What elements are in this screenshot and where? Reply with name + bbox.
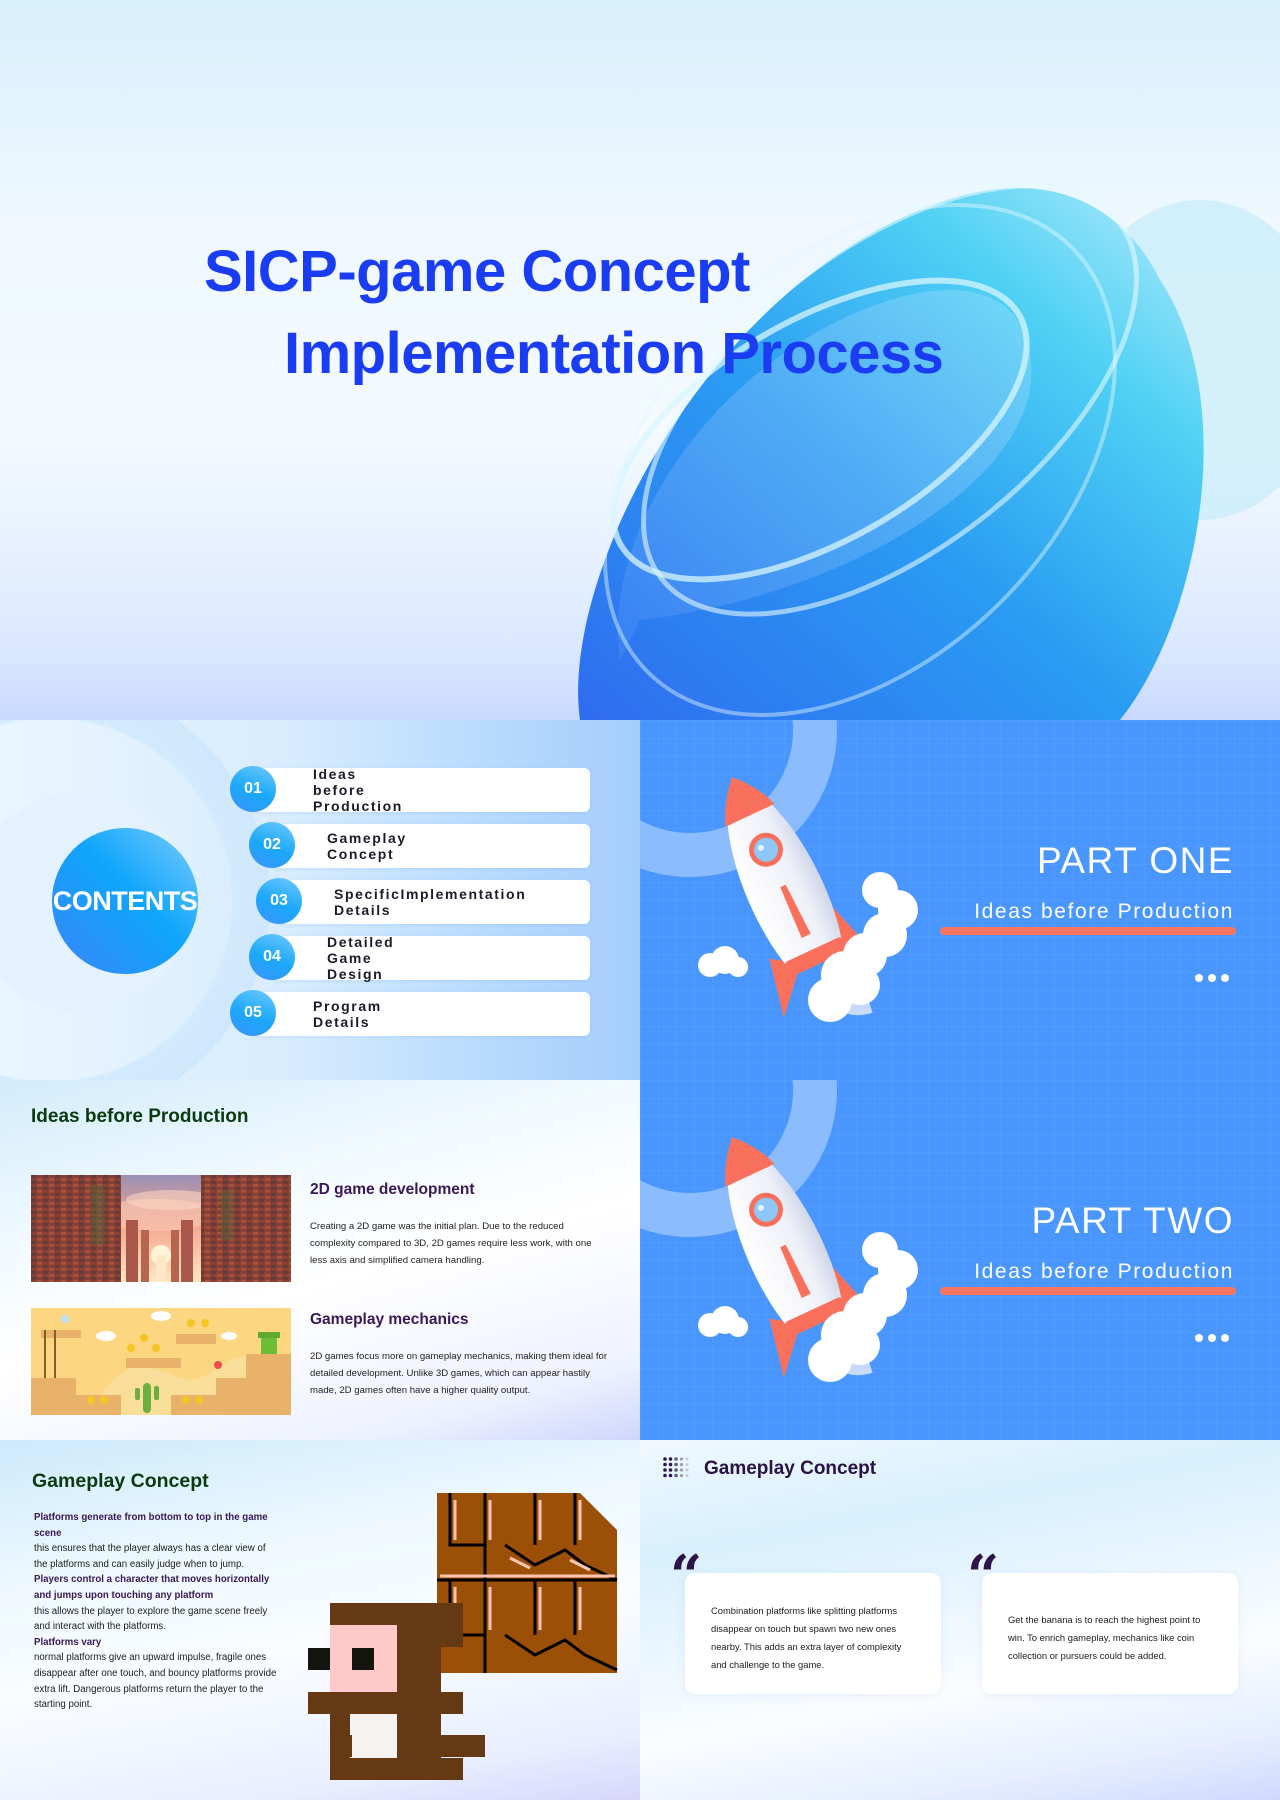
- point-text: normal platforms give an upward impulse,…: [34, 1652, 277, 1711]
- ideas-slide: Ideas before Production 2D game developm…: [0, 1080, 640, 1440]
- contents-item-label: Program Details: [313, 998, 382, 1030]
- contents-item-label: Ideas before Production: [313, 766, 403, 814]
- contents-item-number: 03: [256, 878, 302, 924]
- accent-underline: [940, 927, 1236, 935]
- glass-rings-decoration: [578, 183, 1280, 720]
- rocket-icon: [698, 777, 918, 1022]
- title-slide: SICP-game Concept Implementation Process: [0, 0, 1280, 720]
- pixel-brick-canyon-sunset-image: [31, 1175, 291, 1282]
- point-heading: Players control a character that moves h…: [34, 1574, 270, 1601]
- slide-title: Gameplay Concept: [704, 1458, 877, 1479]
- contents-item-number: 04: [249, 934, 295, 980]
- point-heading: Platforms vary: [34, 1636, 102, 1648]
- quote-mark-icon: “: [967, 1543, 1000, 1609]
- brick-block-icon: [437, 1493, 618, 1673]
- point-heading: Platforms generate from bottom to top in…: [34, 1512, 268, 1539]
- contents-item-number: 02: [249, 822, 295, 868]
- dot-grid-icon: [663, 1457, 689, 1478]
- slide-title: Ideas before Production: [31, 1106, 249, 1127]
- rocket-icon: [698, 1137, 918, 1382]
- contents-item-label: Gameplay Concept: [327, 830, 407, 862]
- contents-badge: CONTENTS: [52, 828, 198, 974]
- section-text: Creating a 2D game was the initial plan.…: [310, 1221, 592, 1266]
- contents-item-bar: [271, 824, 590, 868]
- contents-item-number: 01: [230, 766, 276, 812]
- part-title: PART ONE: [1036, 840, 1234, 881]
- gameplay-points: Platforms generate from bottom to top in…: [34, 1510, 280, 1713]
- contents-item-bar: [252, 768, 590, 812]
- point-text: this ensures that the player always has …: [34, 1543, 266, 1570]
- part-subtitle: Ideas before Production: [974, 1260, 1234, 1283]
- quote-card-text: Get the banana is to reach the highest p…: [1008, 1614, 1201, 1661]
- quote-card-text: Combination platforms like splitting pla…: [711, 1605, 902, 1670]
- quote-mark-icon: “: [670, 1543, 703, 1609]
- contents-heading: CONTENTS: [52, 885, 198, 916]
- pixel-monkey-and-brick-block: [308, 1493, 618, 1780]
- section-text: 2D games focus more on gameplay mechanic…: [310, 1351, 608, 1396]
- quote-card: Combination platforms like splitting pla…: [685, 1573, 941, 1694]
- accent-underline: [940, 1287, 1236, 1295]
- part-one-slide: PART ONE Ideas before Production: [640, 720, 1280, 1080]
- 2d-platformer-level-image: [31, 1308, 291, 1415]
- part-title: PART TWO: [1031, 1200, 1234, 1241]
- contents-item-label: SpecificImplementation Details: [334, 886, 527, 918]
- section-heading: 2D game development: [310, 1181, 475, 1198]
- gameplay-concept-slide-2: Gameplay Concept Combination platforms l…: [640, 1440, 1280, 1800]
- contents-item-bar: [271, 936, 590, 980]
- presentation-title-line-1: SICP-game Concept: [204, 239, 750, 304]
- part-subtitle: Ideas before Production: [974, 900, 1234, 923]
- contents-slide: CONTENTS 01 Ideas before Production 02 G…: [0, 720, 640, 1080]
- contents-item-number: 05: [230, 990, 276, 1036]
- slide-title: Gameplay Concept: [32, 1470, 209, 1492]
- presentation-title-line-2: Implementation Process: [284, 321, 944, 386]
- pixel-monkey-icon: [308, 1603, 485, 1780]
- part-two-slide: PART TWO Ideas before Production: [640, 1080, 1280, 1440]
- quote-card: Get the banana is to reach the highest p…: [982, 1573, 1238, 1694]
- contents-item-bar: [252, 992, 590, 1036]
- section-heading: Gameplay mechanics: [310, 1311, 469, 1328]
- point-text: this allows the player to explore the ga…: [34, 1605, 268, 1633]
- contents-item-label: Detailed Game Design: [327, 934, 395, 982]
- gameplay-concept-slide-1: Gameplay Concept Platforms generate from…: [0, 1440, 640, 1800]
